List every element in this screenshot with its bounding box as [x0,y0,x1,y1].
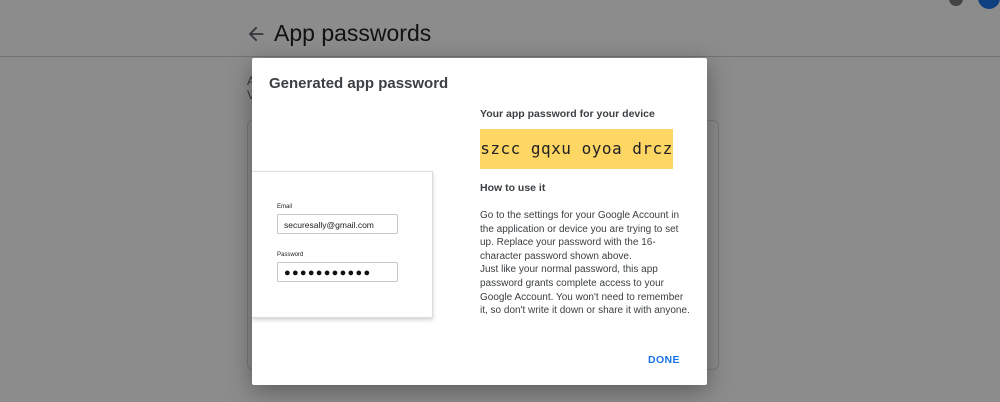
email-field: securesally@gmail.com [277,214,398,234]
howto-instructions: Go to the settings for your Google Accou… [480,209,690,318]
password-field: ●●●●●●●●●●● [277,262,398,282]
dialog-title: Generated app password [269,75,449,92]
generated-password[interactable]: szcc gqxu oyoa drcz [480,129,673,169]
password-label: Password [277,252,304,258]
password-dots: ●●●●●●●●●●● [284,267,372,279]
generated-app-password-dialog: Generated app password Email securesally… [252,58,707,385]
howto-heading: How to use it [480,182,546,194]
howto-paragraph: Go to the settings for your Google Accou… [480,210,680,262]
done-button[interactable]: DONE [648,354,680,366]
email-label: Email [277,204,293,210]
login-illustration: Email securesally@gmail.com Password ●●●… [252,171,433,318]
howto-paragraph: Just like your normal password, this app… [480,264,690,317]
password-heading: Your app password for your device [480,108,655,120]
